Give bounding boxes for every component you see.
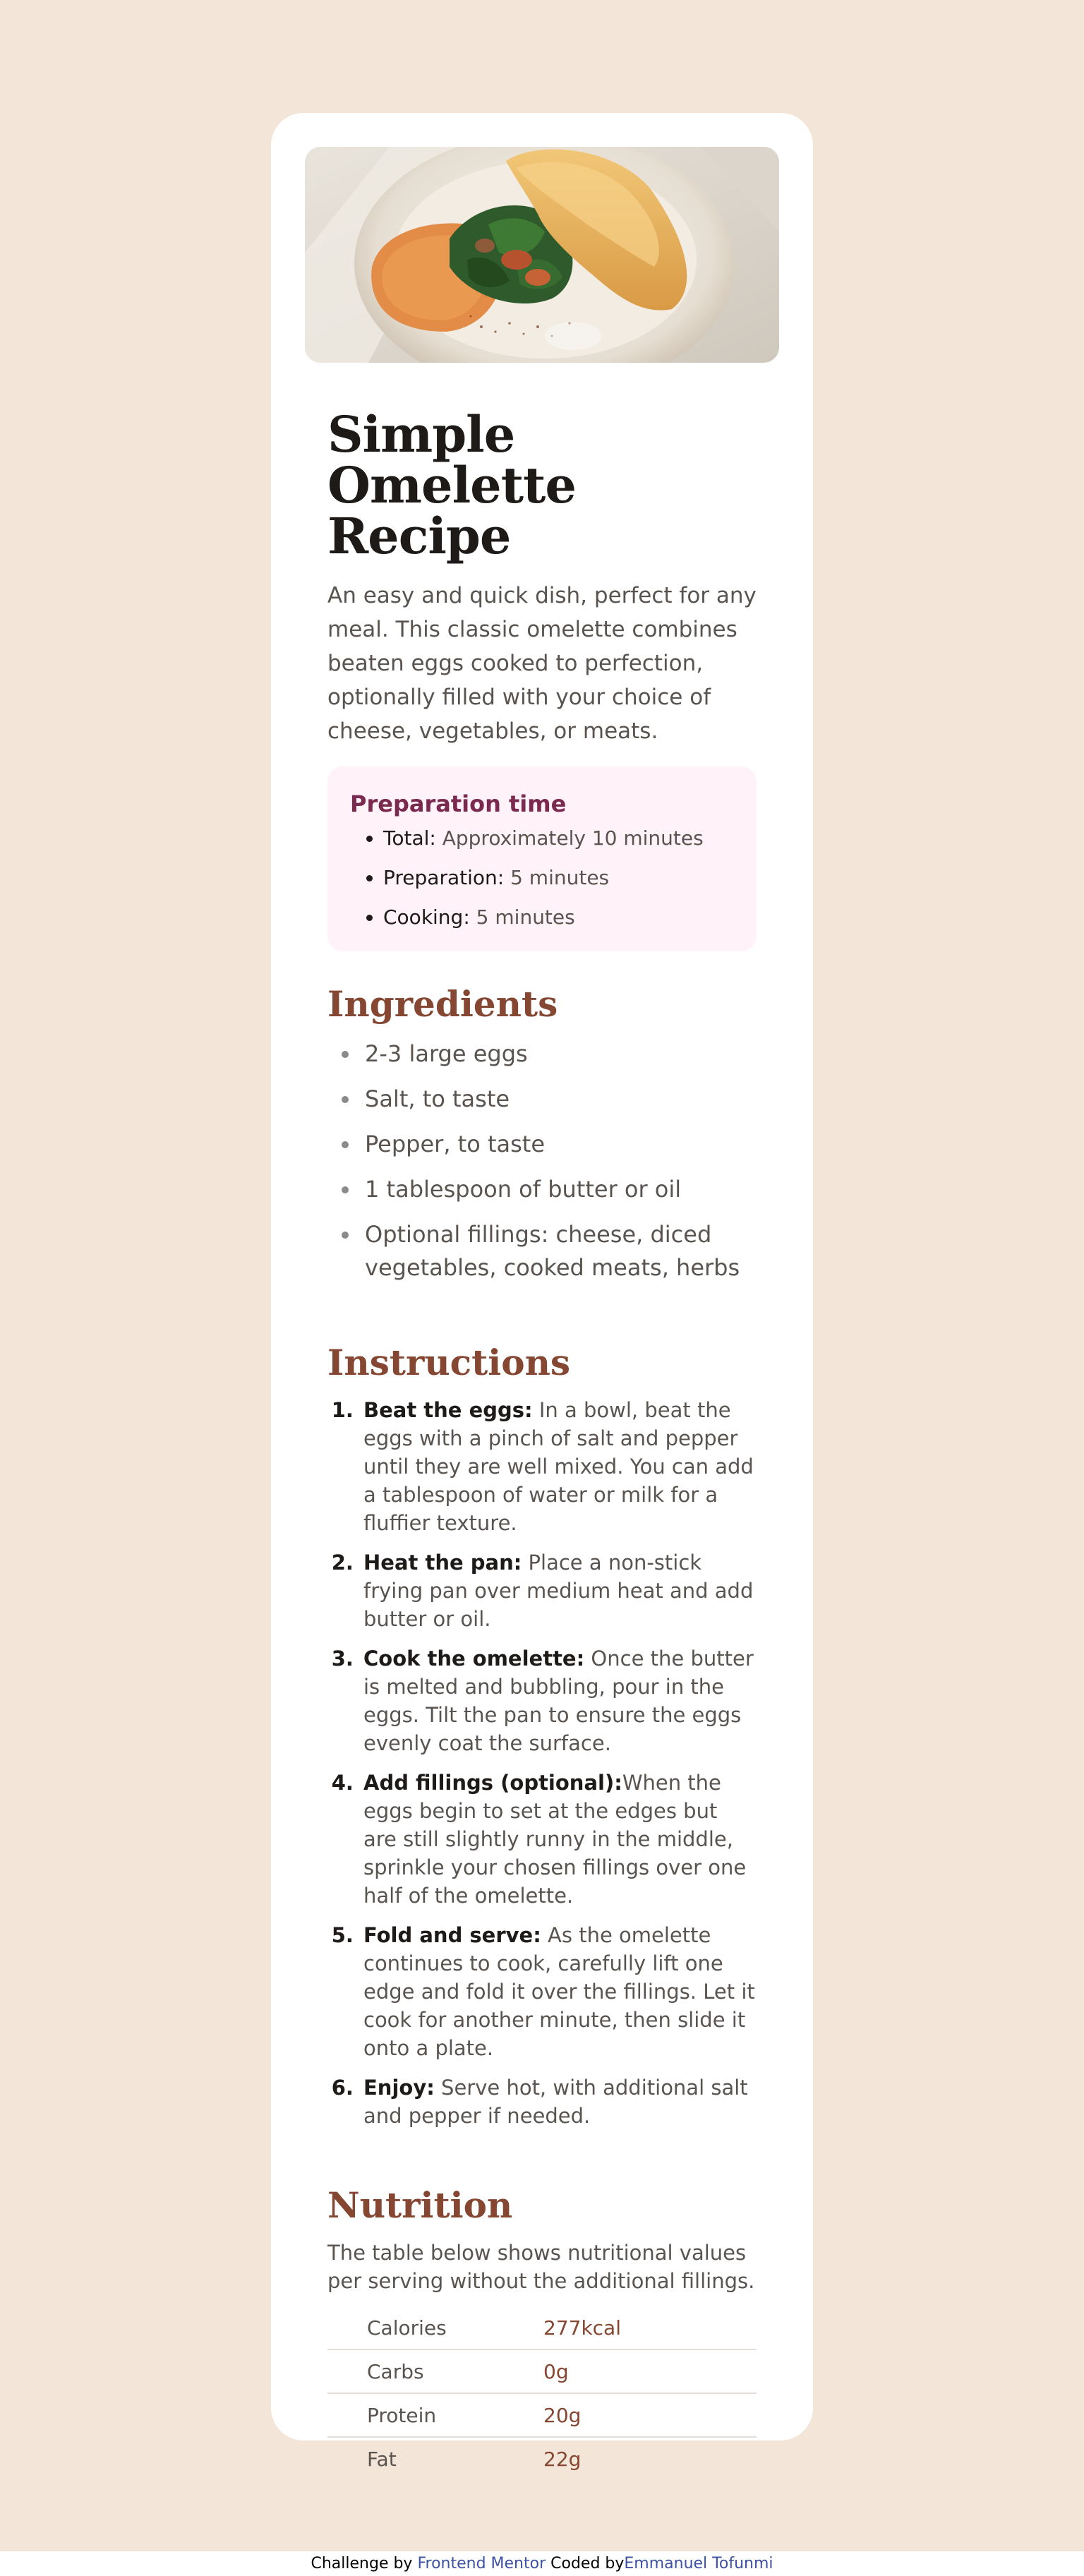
nutrition-value: 20g	[543, 2393, 757, 2438]
recipe-content: Simple Omelette Recipe An easy and quick…	[327, 409, 757, 2480]
instruction-step: Enjoy: Serve hot, with additional salt a…	[361, 2074, 757, 2130]
ingredient-item: 1 tablespoon of butter or oil	[361, 1173, 757, 1206]
preparation-item-label: Total:	[383, 826, 436, 850]
preparation-heading: Preparation time	[350, 790, 567, 817]
attribution-footer: Challenge by Frontend Mentor Coded byEmm…	[0, 2551, 1084, 2576]
attribution-coded-by: Coded by	[546, 2555, 625, 2572]
instruction-step-title: Heat the pan:	[363, 1551, 522, 1575]
instruction-step-title: Cook the omelette:	[363, 1647, 585, 1671]
ingredient-item: Pepper, to taste	[361, 1128, 757, 1161]
attribution-prefix: Challenge by	[311, 2555, 418, 2572]
preparation-item-value: 5 minutes	[510, 866, 610, 889]
instruction-step-title: Fold and serve:	[363, 1923, 541, 1947]
table-row: Fat 22g	[327, 2437, 757, 2480]
preparation-item-value: Approximately 10 minutes	[442, 826, 704, 850]
instructions-list: Beat the eggs: In a bowl, beat the eggs …	[327, 1396, 757, 2130]
nutrition-label: Fat	[367, 2447, 397, 2471]
instruction-step: Heat the pan: Place a non-stick frying p…	[361, 1548, 757, 1633]
ingredient-item: Salt, to taste	[361, 1083, 757, 1116]
preparation-item-total: Total: Approximately 10 minutes	[383, 826, 734, 851]
table-row: Carbs 0g	[327, 2349, 757, 2394]
ingredient-item: Optional fillings: cheese, diced vegetab…	[361, 1218, 757, 1284]
recipe-description: An easy and quick dish, perfect for any …	[327, 583, 757, 744]
instruction-step: Add fillings (optional):When the eggs be…	[361, 1769, 757, 1910]
preparation-item-label: Cooking:	[383, 905, 470, 929]
instruction-step-title: Enjoy:	[363, 2076, 435, 2100]
ingredients-heading: Ingredients	[327, 983, 558, 1025]
author-link[interactable]: Emmanuel Tofunmi	[624, 2555, 773, 2572]
frontend-mentor-link[interactable]: Frontend Mentor	[417, 2555, 546, 2572]
instruction-step: Fold and serve: As the omelette continue…	[361, 1921, 757, 2062]
table-row: Calories 277kcal	[327, 2306, 757, 2350]
nutrition-label: Carbs	[327, 2349, 543, 2394]
nutrition-heading: Nutrition	[327, 2184, 513, 2226]
preparation-list: Total: Approximately 10 minutes Preparat…	[350, 826, 734, 930]
ingredient-item: 2-3 large eggs	[361, 1037, 757, 1071]
recipe-title: Simple Omelette Recipe	[327, 405, 577, 565]
instruction-step: Beat the eggs: In a bowl, beat the eggs …	[361, 1396, 757, 1537]
nutrition-description: The table below shows nutritional values…	[327, 2241, 755, 2293]
instruction-step-title: Beat the eggs:	[363, 1398, 533, 1422]
preparation-item-cooking: Cooking: 5 minutes	[383, 905, 734, 930]
preparation-item-preparation: Preparation: 5 minutes	[383, 865, 734, 891]
omelette-photo	[305, 147, 779, 363]
preparation-time-box: Preparation time Total: Approximately 10…	[327, 766, 757, 951]
nutrition-value: 0g	[543, 2349, 757, 2394]
nutrition-value: 22g	[543, 2447, 582, 2471]
preparation-item-label: Preparation:	[383, 866, 505, 889]
preparation-item-value: 5 minutes	[476, 905, 575, 929]
nutrition-label: Calories	[327, 2306, 543, 2350]
ingredients-list: 2-3 large eggs Salt, to taste Pepper, to…	[327, 1037, 757, 1284]
instruction-step-title: Add fillings (optional):	[363, 1771, 622, 1795]
nutrition-label: Protein	[327, 2393, 543, 2438]
instruction-step: Cook the omelette: Once the butter is me…	[361, 1644, 757, 1757]
table-row: Protein 20g	[327, 2393, 757, 2438]
recipe-card: Simple Omelette Recipe An easy and quick…	[271, 113, 813, 2471]
instructions-heading: Instructions	[327, 1342, 571, 1383]
nutrition-value: 277kcal	[543, 2306, 757, 2350]
nutrition-table: Calories 277kcal Carbs 0g Protein 20g Fa…	[327, 2306, 757, 2480]
